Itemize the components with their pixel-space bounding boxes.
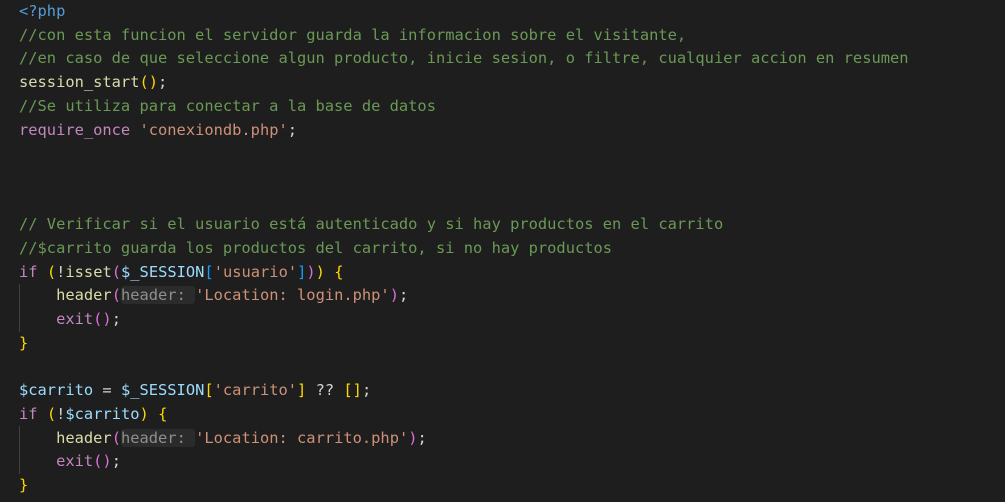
code-token: (: [111, 262, 122, 281]
code-token: (: [46, 404, 57, 423]
code-line[interactable]: //en caso de que seleccione algun produc…: [19, 47, 909, 71]
code-token: (): [139, 73, 159, 92]
code-token: //$carrito guarda los productos del carr…: [19, 239, 613, 257]
code-token: =: [93, 381, 121, 400]
code-token: isset: [65, 262, 112, 281]
parameter-hint: header:: [120, 286, 196, 305]
code-token: ]: [297, 262, 307, 281]
code-line[interactable]: exit();: [19, 308, 121, 332]
code-line[interactable]: session_start();: [19, 71, 167, 95]
code-token: 'Location: carrito.php': [195, 428, 409, 447]
code-editor[interactable]: <?php //con esta funcion el servidor guar…: [0, 0, 1005, 502]
code-token: ]: [297, 381, 307, 400]
code-token: ;: [158, 73, 168, 92]
code-token: ;: [398, 286, 409, 305]
code-token: ): [139, 404, 149, 423]
code-token: header: [56, 428, 112, 447]
code-token: ): [306, 262, 316, 281]
code-token: (): [93, 452, 112, 471]
code-line[interactable]: //Se utiliza para conectar a la base de …: [19, 95, 436, 119]
code-token: (: [111, 428, 121, 447]
code-token: session_start: [19, 73, 140, 92]
code-token: $_SESSION: [121, 262, 205, 281]
code-token: }: [19, 476, 29, 494]
code-token: ;: [417, 428, 427, 447]
code-token: exit: [56, 452, 94, 471]
code-token: ;: [111, 452, 121, 471]
code-line[interactable]: // Verificar si el usuario está autentic…: [19, 213, 723, 237]
code-token: (: [46, 262, 57, 281]
code-line[interactable]: <?php: [19, 0, 65, 24]
code-token: //en caso de que seleccione algun produc…: [19, 49, 909, 68]
code-token: if: [19, 262, 38, 281]
code-line[interactable]: $carrito = $_SESSION['carrito'] ?? [];: [19, 379, 371, 403]
code-token: $carrito: [65, 404, 140, 423]
code-line[interactable]: //con esta funcion el servidor guarda la…: [19, 24, 686, 48]
code-token: []: [343, 381, 362, 400]
code-token: 'Location: login.php': [195, 286, 390, 305]
code-token: if: [19, 404, 38, 423]
code-line[interactable]: header(header: 'Location: carrito.php');: [19, 427, 427, 451]
code-line[interactable]: exit();: [19, 450, 121, 474]
code-token: //Se utiliza para conectar a la base de …: [19, 96, 436, 115]
code-line[interactable]: }: [19, 332, 28, 356]
code-token: ;: [111, 310, 121, 329]
code-token: [: [204, 262, 214, 281]
code-token: exit: [56, 310, 94, 329]
code-token: require_once: [19, 120, 131, 139]
code-token: ;: [361, 381, 372, 400]
code-line[interactable]: if (!$carrito) {: [19, 403, 167, 427]
code-token: {: [158, 404, 168, 423]
code-token: // Verificar si el usuario está autentic…: [19, 215, 724, 234]
code-token: 'carrito': [213, 381, 298, 400]
code-token: (): [93, 310, 112, 329]
code-token: 'usuario': [213, 262, 298, 281]
code-token: $carrito: [19, 381, 94, 400]
code-token: [: [204, 381, 214, 400]
parameter-hint: header:: [120, 428, 196, 447]
code-token: (: [111, 286, 121, 305]
code-token: {: [334, 262, 344, 281]
code-token: //con esta funcion el servidor guarda la…: [19, 25, 687, 44]
code-token: ??: [306, 381, 344, 400]
code-line[interactable]: require_once 'conexiondb.php';: [19, 119, 297, 143]
code-token: <?php: [19, 2, 66, 20]
code-token: header: [56, 286, 112, 305]
code-token: ): [389, 286, 399, 305]
code-line[interactable]: header(header: 'Location: login.php');: [19, 284, 408, 308]
code-line[interactable]: //$carrito guarda los productos del carr…: [19, 237, 612, 261]
code-token: 'conexiondb.php': [139, 120, 288, 139]
code-token: $_SESSION: [120, 381, 205, 400]
code-token: ): [408, 428, 418, 447]
code-token: !: [56, 262, 66, 281]
code-line[interactable]: }: [19, 474, 28, 498]
code-token: ): [315, 262, 325, 281]
code-line[interactable]: if (!isset($_SESSION['usuario'])) {: [19, 261, 344, 285]
code-token: ;: [287, 120, 298, 139]
code-token: !: [56, 404, 66, 423]
code-token: }: [19, 333, 29, 352]
